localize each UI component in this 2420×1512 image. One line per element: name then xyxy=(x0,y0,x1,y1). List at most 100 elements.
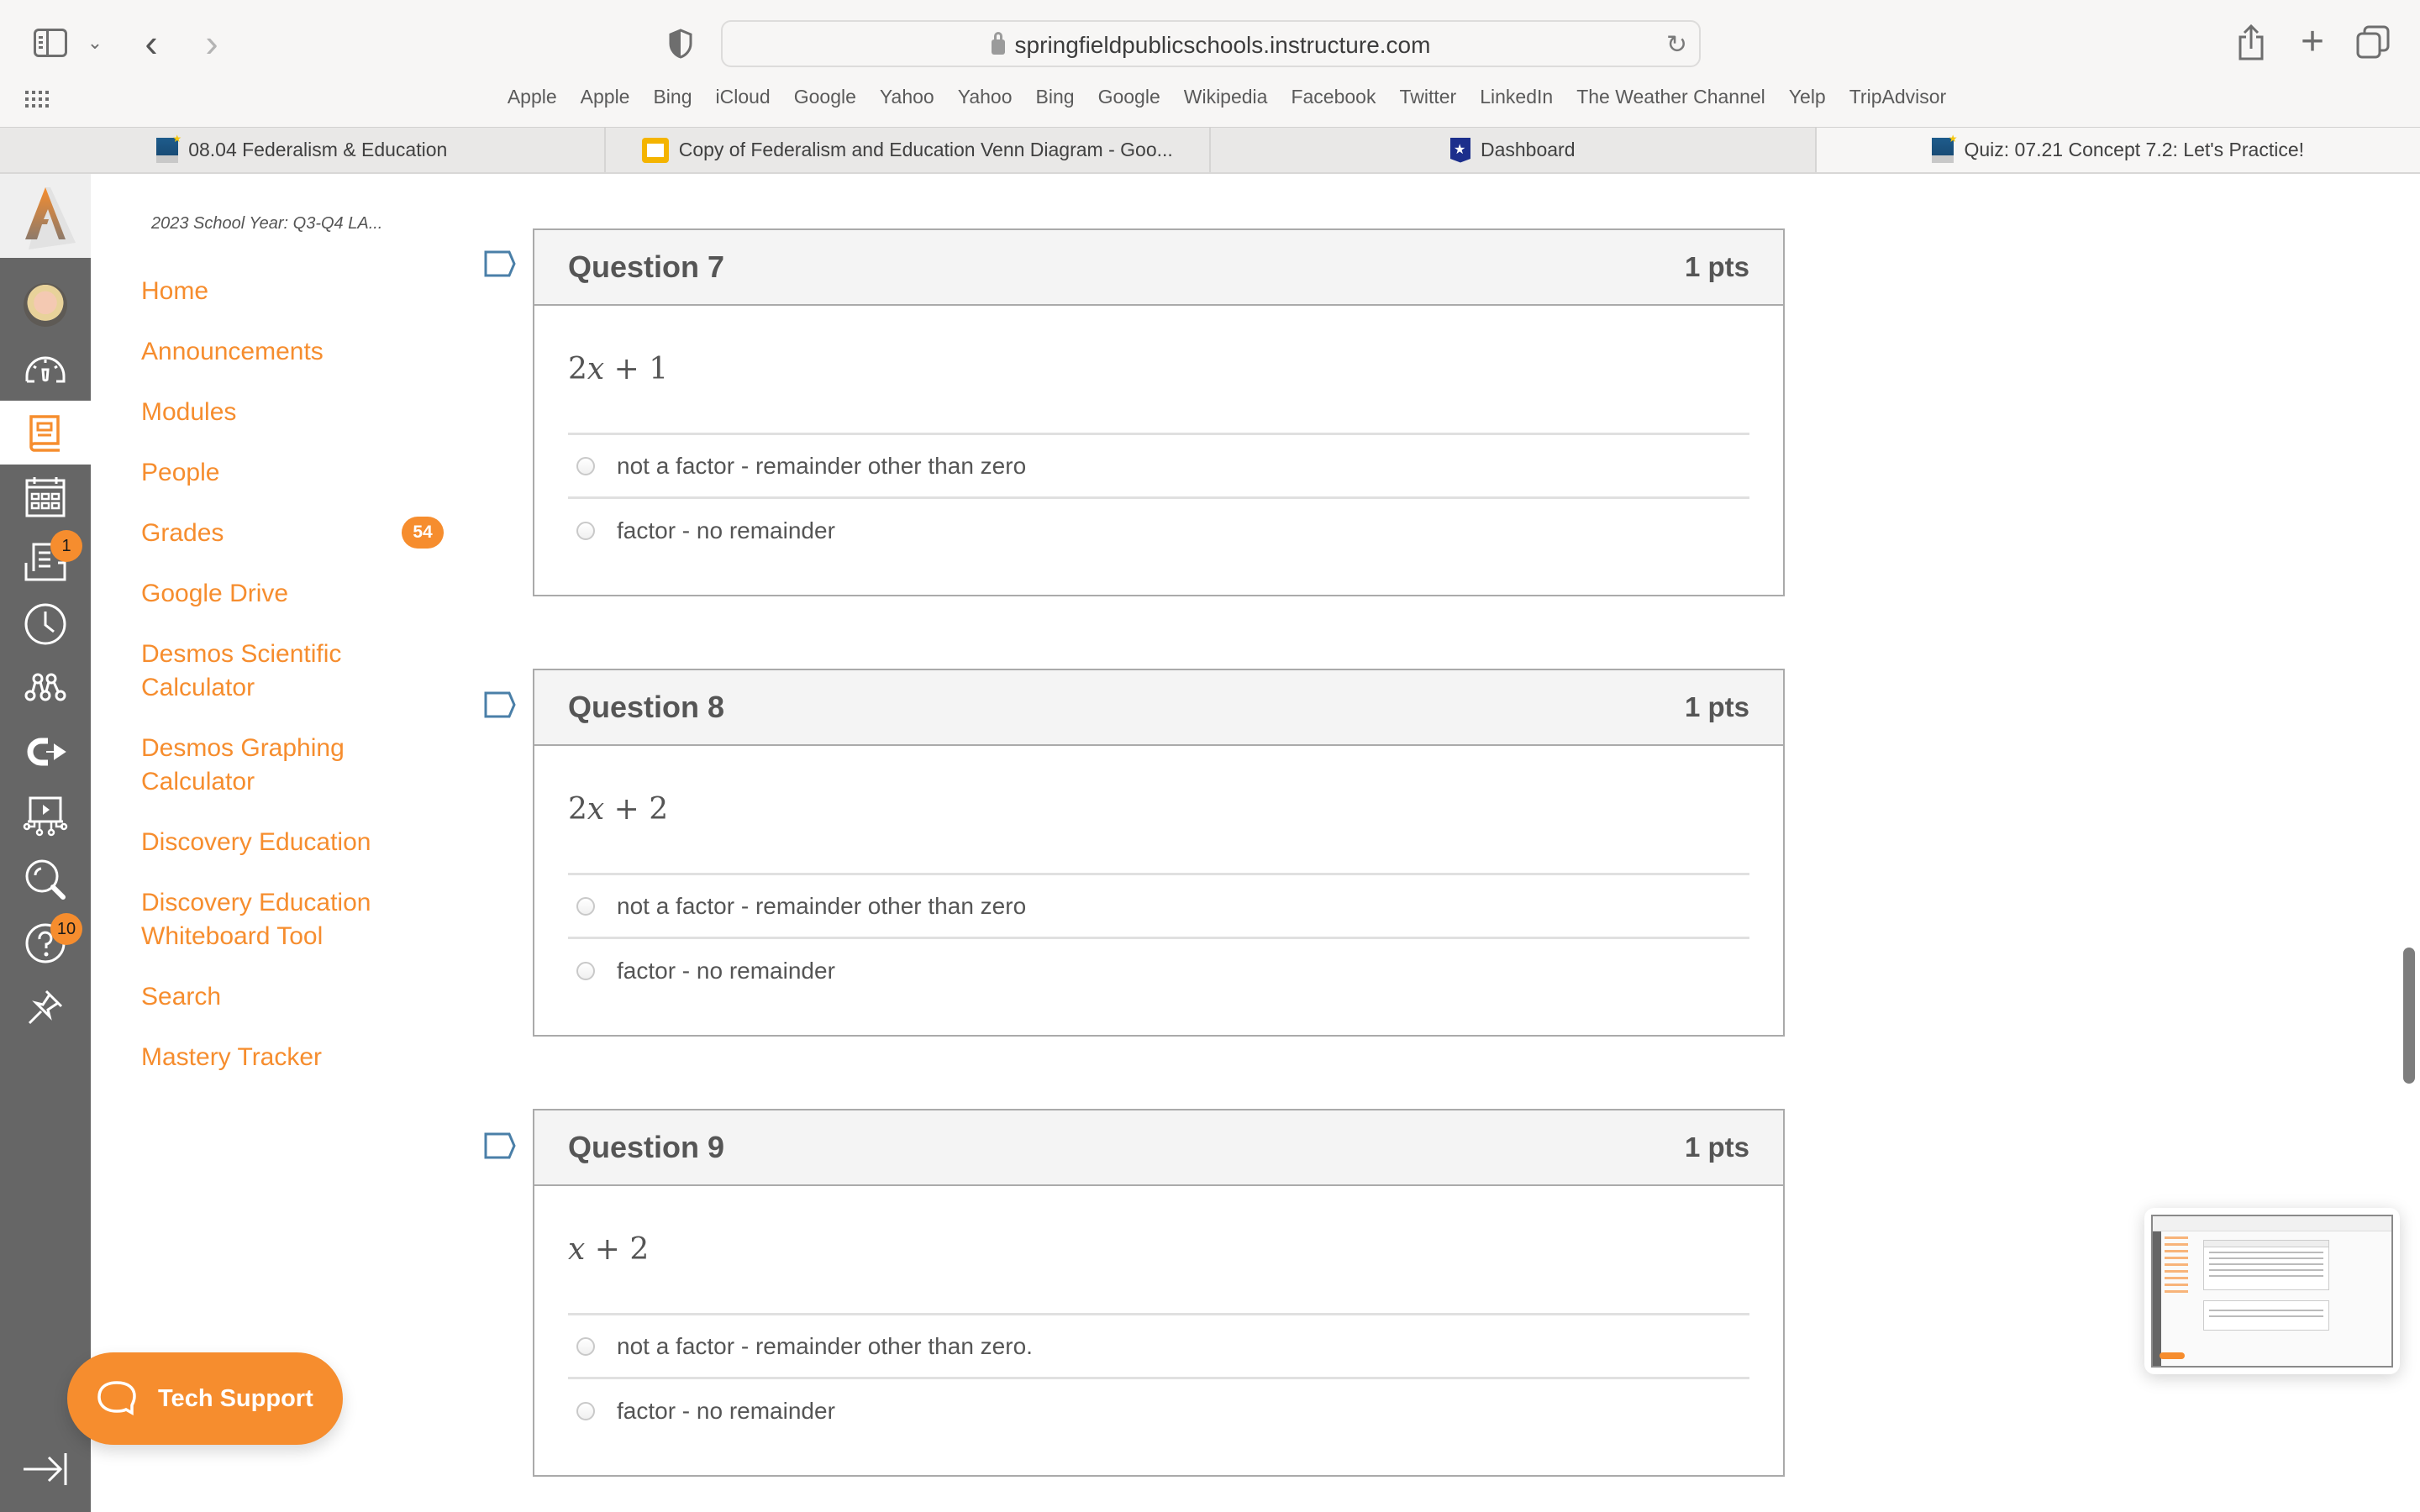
share-icon[interactable] xyxy=(2237,24,2265,60)
bookmark-link[interactable]: iCloud xyxy=(716,86,771,108)
answer-option[interactable]: factor - no remainder xyxy=(568,1379,1749,1443)
history-nav-item[interactable] xyxy=(0,592,91,656)
magnet-arrow-icon xyxy=(27,738,66,766)
dashboard-gauge-icon xyxy=(25,356,66,383)
flag-question-icon[interactable] xyxy=(484,250,516,277)
course-nav-discovery-whiteboard[interactable]: Discovery Education Whiteboard Tool xyxy=(141,886,393,953)
account-nav-item[interactable] xyxy=(0,273,91,337)
course-nav-grades-label: Grades xyxy=(141,519,224,547)
tech-support-button[interactable]: Tech Support xyxy=(67,1352,343,1445)
bookmark-link[interactable]: Bing xyxy=(653,86,692,108)
chevron-down-icon[interactable]: ⌄ xyxy=(84,30,106,55)
collapse-arrow-icon xyxy=(24,1453,67,1485)
course-nav-grades[interactable]: Grades 54 xyxy=(141,517,444,550)
bookmark-link[interactable]: Apple xyxy=(581,86,630,108)
bookmark-link[interactable]: Google xyxy=(1098,86,1160,108)
springfield-schools-icon xyxy=(156,133,182,163)
bookmark-link[interactable]: Google xyxy=(794,86,856,108)
privacy-shield-icon[interactable] xyxy=(668,29,693,59)
course-nav-search[interactable]: Search xyxy=(141,980,410,1014)
course-nav-announcements[interactable]: Announcements xyxy=(141,335,410,369)
calendar-nav-item[interactable] xyxy=(0,465,91,528)
help-nav-item[interactable]: 10 xyxy=(0,911,91,975)
bookmark-link[interactable]: Yahoo xyxy=(880,86,934,108)
bookmark-link[interactable]: Bing xyxy=(1036,86,1075,108)
reload-icon[interactable]: ↻ xyxy=(1666,30,1687,60)
flag-question-icon[interactable] xyxy=(484,691,516,718)
tech-support-label: Tech Support xyxy=(158,1384,313,1412)
course-nav-people[interactable]: People xyxy=(141,456,410,490)
browser-tab-active[interactable]: Quiz: 07.21 Concept 7.2: Let's Practice! xyxy=(1816,128,2420,172)
institution-logo[interactable] xyxy=(0,174,91,258)
tab-title: Quiz: 07.21 Concept 7.2: Let's Practice! xyxy=(1964,139,2305,160)
clock-icon xyxy=(24,603,66,645)
question-header: Question 8 1 pts xyxy=(534,670,1783,746)
radio-button[interactable] xyxy=(576,896,595,916)
collapse-nav-button[interactable] xyxy=(22,1450,69,1488)
flag-question-icon[interactable] xyxy=(484,1132,516,1159)
answer-option[interactable]: not a factor - remainder other than zero xyxy=(568,435,1749,499)
question-expression: 2x + 1 xyxy=(568,306,1749,435)
course-nav-desmos-scientific[interactable]: Desmos Scientific Calculator xyxy=(141,638,385,705)
question-points: 1 pts xyxy=(1684,251,1749,282)
bookmark-link[interactable]: Apple xyxy=(508,86,557,108)
dashboard-nav-item[interactable] xyxy=(0,337,91,401)
logo-a-icon xyxy=(25,187,76,249)
bookmark-link[interactable]: Yahoo xyxy=(958,86,1013,108)
bookmark-link[interactable]: LinkedIn xyxy=(1480,86,1553,108)
sidebar-toggle-icon[interactable] xyxy=(34,29,67,57)
studio-nav-item[interactable] xyxy=(0,784,91,848)
bookmark-link[interactable]: Yelp xyxy=(1789,86,1826,108)
course-nav-home[interactable]: Home xyxy=(141,275,410,308)
answer-label: not a factor - remainder other than zero… xyxy=(617,1332,1033,1359)
answer-label: factor - no remainder xyxy=(617,958,835,984)
course-nav-mastery-tracker[interactable]: Mastery Tracker xyxy=(141,1041,410,1074)
avatar xyxy=(24,283,67,327)
radio-button[interactable] xyxy=(576,522,595,540)
google-slides-icon xyxy=(641,137,669,163)
radio-button[interactable] xyxy=(576,962,595,980)
groups-nav-item[interactable] xyxy=(0,656,91,720)
help-badge: 10 xyxy=(50,913,82,945)
answer-option[interactable]: not a factor - remainder other than zero… xyxy=(568,1315,1749,1379)
question-expression: 2x + 2 xyxy=(568,746,1749,875)
groups-icon xyxy=(24,673,66,701)
screenshot-thumbnail[interactable] xyxy=(2144,1208,2400,1374)
answer-option[interactable]: factor - no remainder xyxy=(568,939,1749,1003)
radio-button[interactable] xyxy=(576,1402,595,1420)
bookmark-link[interactable]: Twitter xyxy=(1399,86,1456,108)
browser-tab[interactable]: Copy of Federalism and Education Venn Di… xyxy=(606,128,1211,172)
tab-title: Copy of Federalism and Education Venn Di… xyxy=(678,139,1173,160)
browser-tab[interactable]: Dashboard xyxy=(1211,128,1817,172)
bookmark-link[interactable]: TripAdvisor xyxy=(1849,86,1946,108)
tab-title: Dashboard xyxy=(1480,139,1576,160)
radio-button[interactable] xyxy=(576,1336,595,1356)
forward-icon[interactable]: › xyxy=(195,21,229,65)
tab-bar: 08.04 Federalism & Education Copy of Fed… xyxy=(0,127,2420,174)
inbox-nav-item[interactable]: 1 xyxy=(0,528,91,592)
course-nav-discovery-education[interactable]: Discovery Education xyxy=(141,826,410,859)
answer-option[interactable]: factor - no remainder xyxy=(568,499,1749,563)
answer-option[interactable]: not a factor - remainder other than zero xyxy=(568,875,1749,939)
back-icon[interactable]: ‹ xyxy=(134,21,168,65)
address-bar[interactable]: springfieldpublicschools.instructure.com… xyxy=(721,20,1701,67)
browser-tab[interactable]: 08.04 Federalism & Education xyxy=(0,128,606,172)
courses-nav-item[interactable] xyxy=(0,401,91,465)
course-title[interactable]: 2023 School Year: Q3-Q4 LA... xyxy=(151,214,382,234)
bookmark-link[interactable]: Wikipedia xyxy=(1184,86,1268,108)
course-nav-google-drive[interactable]: Google Drive xyxy=(141,577,410,611)
external-tool-nav-item[interactable] xyxy=(0,720,91,784)
bookmark-link[interactable]: Facebook xyxy=(1291,86,1376,108)
pin-icon xyxy=(28,990,63,1025)
search-nav-item[interactable] xyxy=(0,848,91,911)
bookmark-link[interactable]: The Weather Channel xyxy=(1576,86,1765,108)
pin-nav-item[interactable] xyxy=(0,975,91,1039)
springfield-schools-icon xyxy=(1932,133,1957,163)
question-points: 1 pts xyxy=(1684,1131,1749,1163)
new-tab-icon[interactable]: + xyxy=(2296,19,2329,64)
page-scrollbar[interactable] xyxy=(2403,948,2415,1084)
course-nav-modules[interactable]: Modules xyxy=(141,396,410,429)
tab-overview-icon[interactable] xyxy=(2356,25,2390,59)
course-nav-desmos-graphing[interactable]: Desmos Graphing Calculator xyxy=(141,732,385,799)
radio-button[interactable] xyxy=(576,456,595,475)
